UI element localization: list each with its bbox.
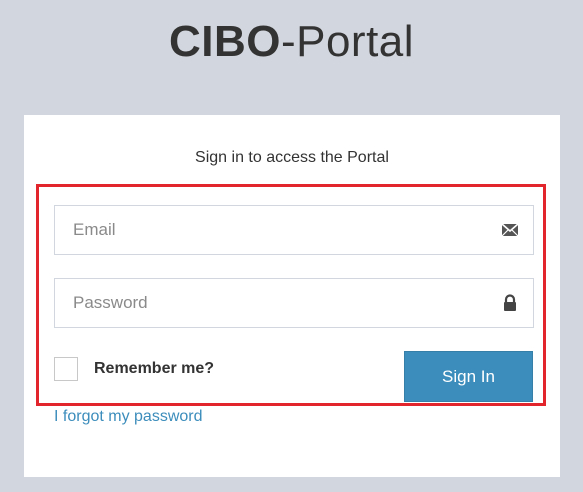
email-field[interactable]: [54, 205, 534, 255]
remember-me-checkbox[interactable]: [54, 357, 78, 381]
password-field[interactable]: [54, 278, 534, 328]
email-input[interactable]: [55, 206, 493, 254]
sign-in-button[interactable]: Sign In: [404, 351, 533, 402]
logo-light-text: -Portal: [280, 17, 415, 66]
password-input[interactable]: [55, 279, 493, 327]
remember-me-row: Remember me?: [54, 356, 214, 382]
envelope-icon: [501, 223, 519, 237]
lock-icon: [504, 294, 516, 311]
login-box-message: Sign in to access the Portal: [195, 149, 389, 166]
app-logo: CIBO-Portal: [0, 14, 583, 70]
login-box: Sign in to access the Portal Remember me…: [24, 115, 560, 477]
forgot-password-link[interactable]: I forgot my password: [54, 408, 203, 426]
logo-bold-text: CIBO: [168, 17, 281, 66]
remember-me-label[interactable]: Remember me?: [94, 360, 214, 378]
